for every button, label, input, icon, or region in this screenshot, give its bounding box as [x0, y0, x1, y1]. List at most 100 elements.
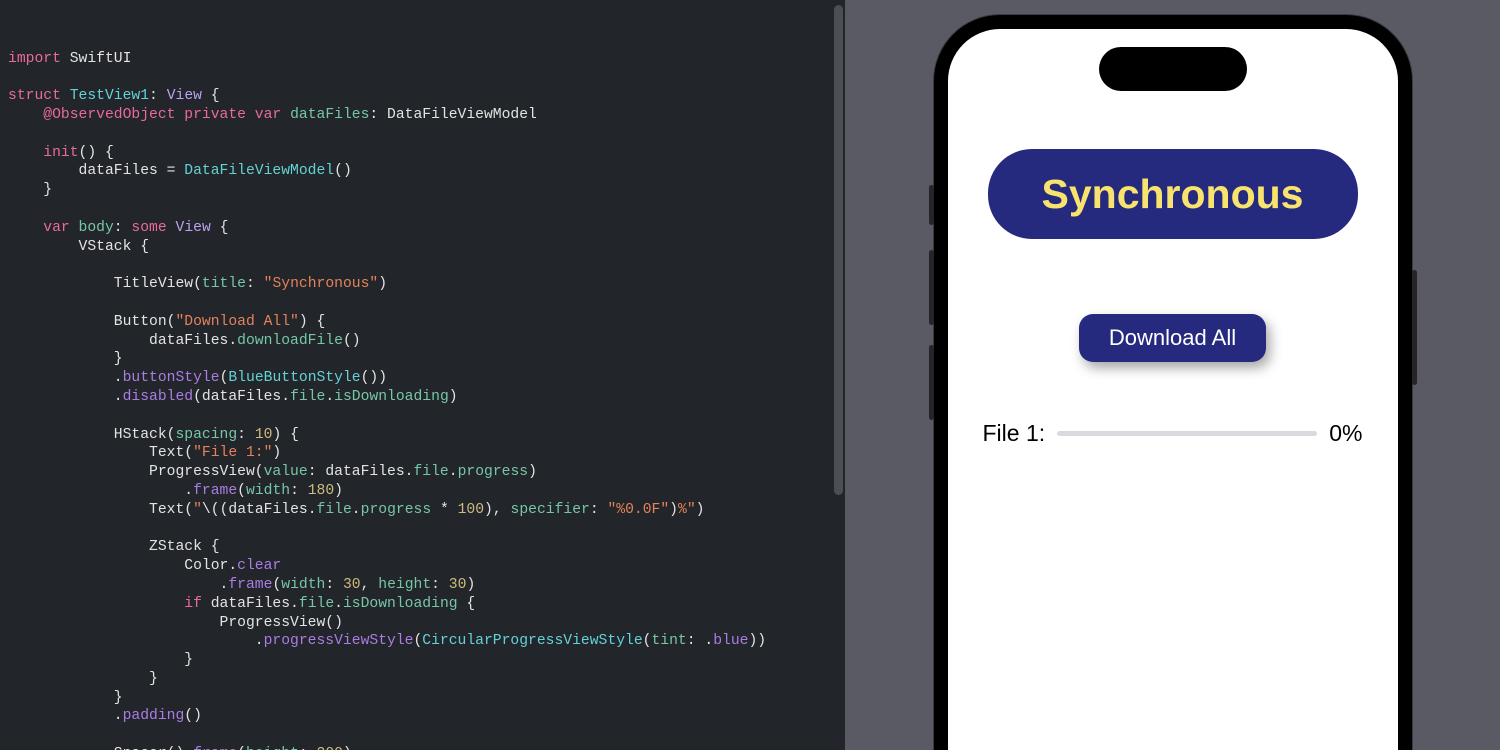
code-token: progress [361, 502, 432, 518]
code-token: disabled [123, 389, 194, 405]
code-token: ) { [299, 314, 325, 330]
code-token: * [431, 502, 457, 518]
code-token: () { [79, 145, 114, 161]
file-progress-row: File 1: 0% [983, 420, 1363, 447]
code-token: dataFiles. [8, 333, 237, 349]
code-token: ) [378, 276, 387, 292]
code-token: ) { [272, 427, 298, 443]
code-token: ) [466, 577, 475, 593]
code-token: blue [713, 633, 748, 649]
code-token: ProgressView() [8, 615, 343, 631]
code-token: title [202, 276, 246, 292]
code-token: frame [228, 577, 272, 593]
code-token: { [202, 88, 220, 104]
code-token: } [8, 182, 52, 198]
code-token: dataFiles [281, 107, 369, 123]
code-token: { [211, 220, 229, 236]
code-token: isDownloading [343, 596, 458, 612]
app-root: Synchronous Download All File 1: 0% Rese… [948, 29, 1398, 750]
code-token: 30 [449, 577, 467, 593]
code-token: : [325, 577, 343, 593]
code-token: tint [651, 633, 686, 649]
code-token: TestView1 [70, 88, 149, 104]
code-token: : [290, 483, 308, 499]
code-token: dataFiles. [202, 596, 299, 612]
code-token: Text( [8, 445, 193, 461]
code-token: . [8, 370, 123, 386]
code-token: ), [484, 502, 510, 518]
code-token: () [343, 333, 361, 349]
code-token: some [131, 220, 166, 236]
code-token: TitleView( [8, 276, 202, 292]
code-token: downloadFile [237, 333, 343, 349]
code-token: " [193, 502, 202, 518]
code-token: value [264, 464, 308, 480]
code-token: SwiftUI [70, 51, 132, 67]
code-token: . [449, 464, 458, 480]
code-token: buttonStyle [123, 370, 220, 386]
iphone-frame: Synchronous Download All File 1: 0% Rese… [934, 15, 1412, 750]
code-token: height [378, 577, 431, 593]
code-token: )) [748, 633, 766, 649]
code-token: ProgressView( [8, 464, 264, 480]
power-button-icon [1412, 270, 1417, 385]
code-token: \( [202, 502, 220, 518]
code-token: "Download All" [175, 314, 298, 330]
code-token: private [175, 107, 246, 123]
code-token: . [8, 708, 123, 724]
code-token: View [167, 88, 202, 104]
code-token: var [8, 220, 70, 236]
code-token: : [149, 88, 167, 104]
code-token: clear [237, 558, 281, 574]
code-token: 180 [308, 483, 334, 499]
code-token: struct [8, 88, 61, 104]
code-token: . [8, 483, 193, 499]
code-token: } [8, 671, 158, 687]
code-editor[interactable]: import SwiftUI struct TestView1: View { … [0, 0, 845, 750]
code-token: . [325, 389, 334, 405]
code-token: . [8, 577, 228, 593]
code-token: Text( [8, 502, 193, 518]
code-token: 200 [317, 746, 343, 750]
code-token: progress [458, 464, 529, 480]
code-token: . [8, 389, 123, 405]
code-token: import [8, 51, 61, 67]
code-token: ZStack { [8, 539, 220, 555]
download-all-button[interactable]: Download All [1079, 314, 1266, 362]
code-token: body [70, 220, 114, 236]
code-token: ) [528, 464, 537, 480]
code-token: . [352, 502, 361, 518]
code-token: file [413, 464, 448, 480]
code-token: Spacer(). [8, 746, 193, 750]
simulator-preview: Synchronous Download All File 1: 0% Rese… [845, 0, 1500, 750]
scrollbar-thumb[interactable] [834, 5, 843, 495]
code-token: Color. [8, 558, 237, 574]
code-token: specifier [511, 502, 590, 518]
code-token: . [334, 596, 343, 612]
code-token: DataFileViewModel [184, 163, 334, 179]
progress-bar [1057, 431, 1317, 436]
volume-button-icon [929, 345, 934, 420]
code-token: width [281, 577, 325, 593]
code-token: ) [272, 445, 281, 461]
code-token: } [8, 652, 193, 668]
code-token: spacing [175, 427, 237, 443]
code-token: 100 [458, 502, 484, 518]
code-token: ( [237, 746, 246, 750]
code-token: . [8, 633, 264, 649]
code-token: padding [123, 708, 185, 724]
code-token: : [114, 220, 132, 236]
code-token: file [290, 389, 325, 405]
code-token: : . [687, 633, 713, 649]
code-token: (dataFiles. [220, 502, 317, 518]
code-token: ) [696, 502, 705, 518]
code-token: : [237, 427, 255, 443]
code-token: { [458, 596, 476, 612]
code-token: VStack { [8, 239, 149, 255]
code-token: file [317, 502, 352, 518]
code-token: "Synchronous" [264, 276, 379, 292]
code-token: width [246, 483, 290, 499]
code-token: HStack( [8, 427, 175, 443]
code-token: CircularProgressViewStyle [422, 633, 642, 649]
code-token: Button( [8, 314, 175, 330]
